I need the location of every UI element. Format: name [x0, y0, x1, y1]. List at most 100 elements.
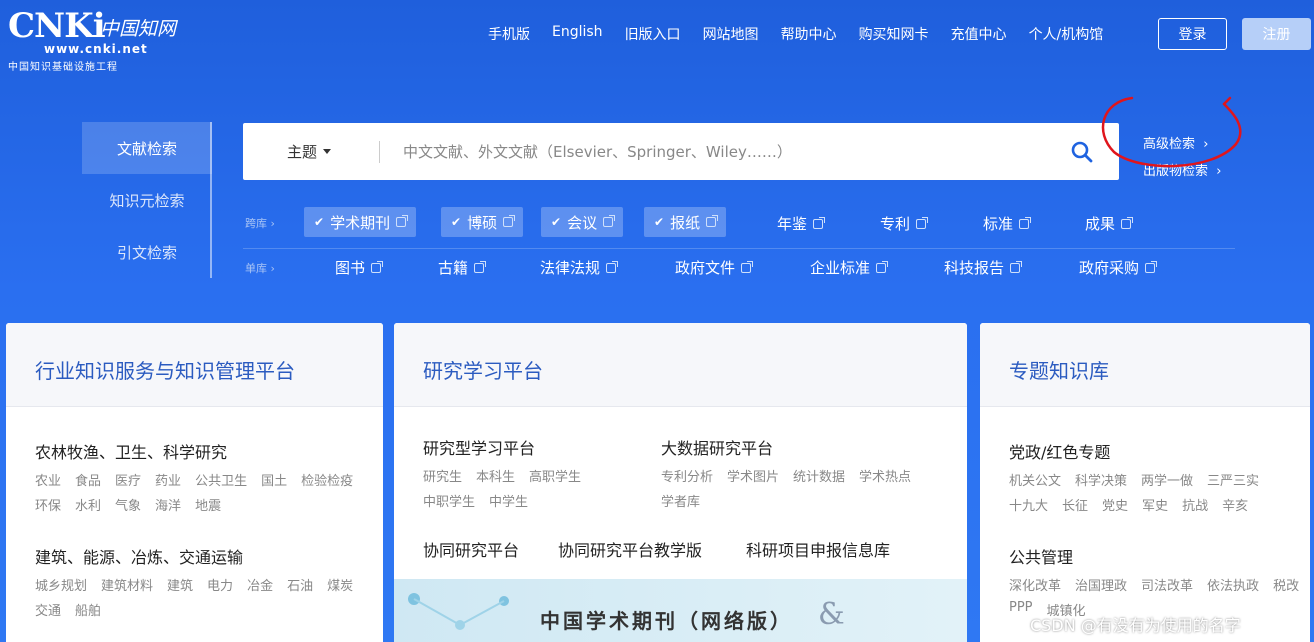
list-item[interactable]: 海洋 — [155, 495, 181, 514]
cnki-logo[interactable]: CNKi 中国知网 www.cnki.net 中国知识基础设施工程 — [8, 8, 178, 73]
list-item[interactable]: 司法改革 — [1141, 575, 1193, 594]
list-item[interactable]: 税改 — [1273, 575, 1299, 594]
lib-label: 博硕 — [467, 213, 498, 232]
link-project-database[interactable]: 科研项目申报信息库 — [746, 537, 890, 561]
list-item[interactable]: 食品 — [75, 470, 101, 489]
section-title[interactable]: 公共管理 — [1009, 544, 1073, 568]
lib-thesis[interactable]: ✔ 博硕 — [441, 207, 524, 237]
list-item[interactable]: 高职学生 — [529, 466, 581, 485]
list-item[interactable]: 统计数据 — [793, 466, 845, 485]
top-bar: CNKi 中国知网 www.cnki.net 中国知识基础设施工程 手机版 En… — [0, 0, 1314, 73]
lib-book[interactable]: 图书 — [335, 257, 384, 278]
list-item[interactable]: 机关公文 — [1009, 470, 1061, 489]
login-button[interactable]: 登录 — [1158, 18, 1227, 50]
external-link-icon — [603, 215, 616, 227]
journal-promo-banner[interactable]: 中国学术期刊（网络版） & — [394, 579, 967, 642]
search-scope-select[interactable]: 主题 — [287, 123, 332, 180]
list-item[interactable]: 地震 — [195, 495, 221, 514]
search-type-tabs: 文献检索 知识元检索 引文检索 — [82, 122, 212, 278]
check-icon: ✔ — [551, 215, 562, 229]
list-item[interactable]: 两学一做 — [1141, 470, 1193, 489]
list-item[interactable]: 药业 — [155, 470, 181, 489]
lib-achievement[interactable]: 成果 — [1085, 213, 1134, 234]
list-item[interactable]: 公共卫生 — [195, 470, 247, 489]
list-item[interactable]: 农业 — [35, 470, 61, 489]
list-item[interactable]: 研究生 — [423, 466, 462, 485]
link-collab-teaching[interactable]: 协同研究平台教学版 — [558, 537, 702, 561]
list-item[interactable]: 交通 — [35, 600, 61, 619]
nav-english[interactable]: English — [552, 24, 603, 44]
section-items: 研究生 本科生 高职学生 中职学生 中学生 — [423, 466, 633, 510]
list-item[interactable]: 长征 — [1062, 495, 1088, 514]
section-title[interactable]: 研究型学习平台 — [423, 435, 535, 459]
list-item[interactable]: 气象 — [115, 495, 141, 514]
list-item[interactable]: 中学生 — [489, 491, 528, 510]
list-item[interactable]: 治国理政 — [1075, 575, 1127, 594]
lib-ancient-book[interactable]: 古籍 — [438, 257, 487, 278]
list-item[interactable]: 国土 — [261, 470, 287, 489]
list-item[interactable]: 城乡规划 — [35, 575, 87, 594]
lib-yearbook[interactable]: 年鉴 — [777, 213, 826, 234]
tab-citation-search[interactable]: 引文检索 — [82, 226, 212, 278]
list-item[interactable]: 煤炭 — [327, 575, 353, 594]
card-title[interactable]: 行业知识服务与知识管理平台 — [35, 355, 295, 384]
lib-journal[interactable]: ✔ 学术期刊 — [304, 207, 417, 237]
section-title[interactable]: 建筑、能源、冶炼、交通运输 — [35, 544, 243, 568]
list-item[interactable]: 三严三实 — [1207, 470, 1259, 489]
nav-sitemap[interactable]: 网站地图 — [703, 24, 759, 44]
list-item[interactable]: 建筑 — [167, 575, 193, 594]
lib-newspaper[interactable]: ✔ 报纸 — [644, 207, 727, 237]
nav-buy-card[interactable]: 购买知网卡 — [859, 24, 929, 44]
list-item[interactable]: 专利分析 — [661, 466, 713, 485]
list-item[interactable]: 学术图片 — [727, 466, 779, 485]
cross-library-label: 跨库 › — [245, 217, 275, 230]
nav-help[interactable]: 帮助中心 — [781, 24, 837, 44]
link-collab[interactable]: 协同研究平台 — [423, 537, 519, 561]
list-item[interactable]: 石油 — [287, 575, 313, 594]
section-title[interactable]: 大数据研究平台 — [661, 435, 773, 459]
list-item[interactable]: 电力 — [207, 575, 233, 594]
list-item[interactable]: 检验检疫 — [301, 470, 353, 489]
list-item[interactable]: 深化改革 — [1009, 575, 1061, 594]
list-item[interactable]: 科学决策 — [1075, 470, 1127, 489]
lib-gov-doc[interactable]: 政府文件 — [675, 257, 754, 278]
tab-knowledge-search[interactable]: 知识元检索 — [82, 174, 212, 226]
nav-recharge[interactable]: 充值中心 — [951, 24, 1007, 44]
section-title[interactable]: 党政/红色专题 — [1009, 439, 1110, 463]
card-title[interactable]: 专题知识库 — [1009, 355, 1109, 384]
list-item[interactable]: 学者库 — [661, 491, 700, 510]
lib-tech-report[interactable]: 科技报告 — [944, 257, 1023, 278]
list-item[interactable]: 学术热点 — [859, 466, 911, 485]
list-item[interactable]: 辛亥 — [1222, 495, 1248, 514]
list-item[interactable]: 中职学生 — [423, 491, 475, 510]
search-input[interactable] — [403, 137, 1043, 167]
register-button[interactable]: 注册 — [1242, 18, 1311, 50]
card-title[interactable]: 研究学习平台 — [423, 355, 543, 384]
lib-enterprise-standard[interactable]: 企业标准 — [810, 257, 889, 278]
list-item[interactable]: 水利 — [75, 495, 101, 514]
list-item[interactable]: 环保 — [35, 495, 61, 514]
lib-standard[interactable]: 标准 — [983, 213, 1032, 234]
section-title[interactable]: 农林牧渔、卫生、科学研究 — [35, 439, 227, 463]
lib-law[interactable]: 法律法规 — [540, 257, 619, 278]
lib-gov-procurement[interactable]: 政府采购 — [1079, 257, 1158, 278]
list-item[interactable]: 十九大 — [1009, 495, 1048, 514]
external-link-icon — [1010, 260, 1023, 273]
list-item[interactable]: 建筑材料 — [101, 575, 153, 594]
list-item[interactable]: PPP — [1009, 600, 1033, 619]
nav-old-version[interactable]: 旧版入口 — [625, 24, 681, 44]
list-item[interactable]: 党史 — [1102, 495, 1128, 514]
list-item[interactable]: 医疗 — [115, 470, 141, 489]
list-item[interactable]: 船舶 — [75, 600, 101, 619]
tab-literature-search[interactable]: 文献检索 — [82, 122, 212, 174]
lib-patent[interactable]: 专利 — [880, 213, 929, 234]
list-item[interactable]: 抗战 — [1182, 495, 1208, 514]
list-item[interactable]: 冶金 — [247, 575, 273, 594]
nav-personal[interactable]: 个人/机构馆 — [1029, 24, 1104, 44]
lib-label: 标准 — [983, 215, 1014, 233]
list-item[interactable]: 本科生 — [476, 466, 515, 485]
list-item[interactable]: 依法执政 — [1207, 575, 1259, 594]
nav-mobile[interactable]: 手机版 — [488, 24, 530, 44]
lib-conference[interactable]: ✔ 会议 — [541, 207, 624, 237]
list-item[interactable]: 军史 — [1142, 495, 1168, 514]
